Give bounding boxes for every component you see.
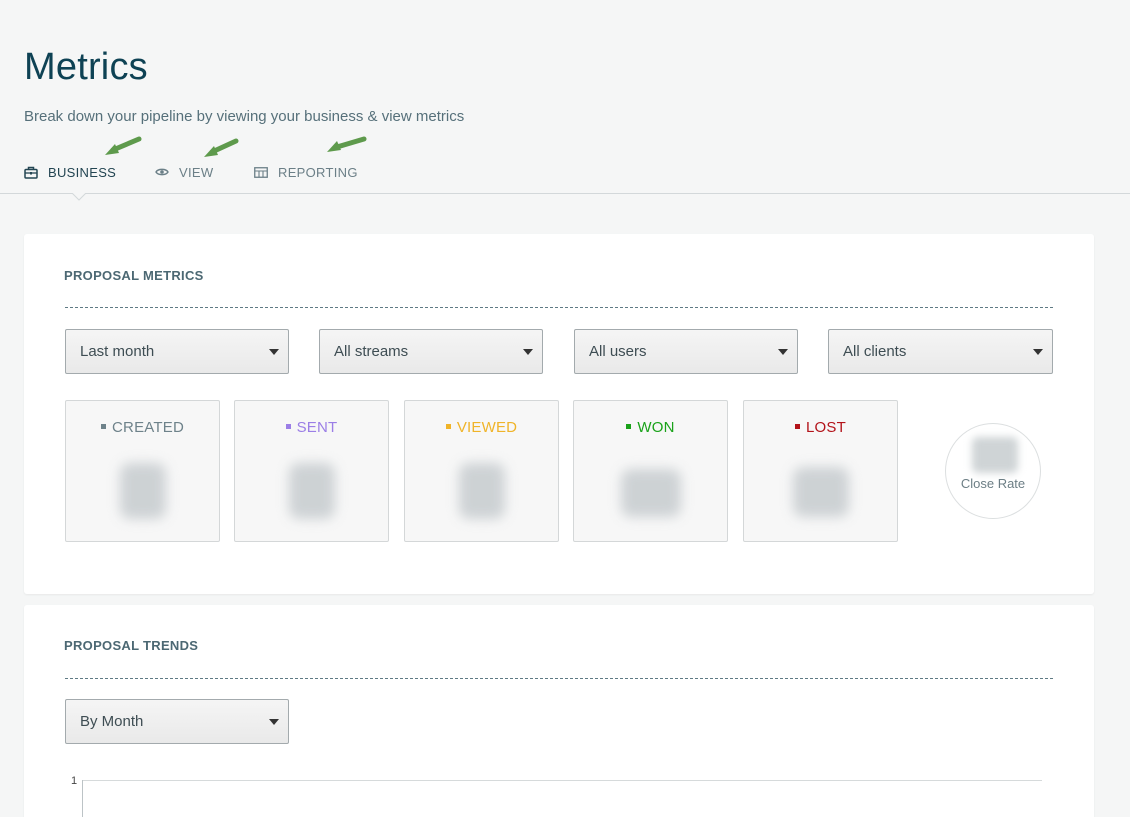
stat-lost[interactable]: LOST [743,400,898,542]
chevron-down-icon [778,349,788,355]
legend-dot [445,423,451,429]
legend-dot [795,423,800,429]
client-select[interactable]: All clients [828,329,1053,374]
tab-view-label: VIEW [179,164,214,180]
proposal-metrics-title: PROPOSAL METRICS [64,268,204,283]
y-axis-tick: 1 [71,775,78,787]
close-rate-badge: Close Rate [945,423,1041,519]
stream-value: All streams [334,343,409,360]
stat-sent[interactable]: SENT [234,400,389,542]
blurred-value [972,437,1018,473]
stat-created-label: CREATED [66,419,219,436]
briefcase-icon [24,166,38,179]
stat-viewed[interactable]: VIEWED [404,400,559,542]
stream-select[interactable]: All streams [319,329,543,374]
proposal-trends-title: PROPOSAL TRENDS [64,638,199,653]
legend-dot [626,423,632,429]
chevron-down-icon [269,349,279,355]
active-tab-caret [72,193,86,201]
arrow-pointer-icon [204,138,239,157]
metrics-page: Metrics Break down your pipeline by view… [0,0,1130,817]
stat-created[interactable]: CREATED [65,400,220,542]
tabs-divider [0,193,1130,194]
blurred-value [119,463,166,519]
arrow-pointer-icon [105,136,142,155]
legend-dot [285,423,291,429]
stat-won-label: WON [574,419,727,436]
tab-view[interactable]: VIEW [155,162,213,182]
user-select[interactable]: All users [574,329,798,374]
tab-business[interactable]: BUSINESS [24,162,116,182]
tab-reporting[interactable]: REPORTING [254,162,358,182]
chevron-down-icon [1033,349,1043,355]
section-divider [65,678,1053,679]
eye-icon [155,168,169,176]
chart-gridline [82,780,1042,781]
tab-business-label: BUSINESS [48,164,117,180]
client-value: All clients [843,343,907,360]
arrow-pointer-icon [327,136,367,152]
y-axis-line [82,780,83,817]
proposal-trends-card: PROPOSAL TRENDS By Month 1 [24,605,1094,817]
stat-lost-label: LOST [744,419,897,436]
date-range-value: Last month [80,343,155,360]
blurred-value [620,469,681,517]
close-rate-label: Close Rate [960,476,1026,491]
group-by-select[interactable]: By Month [65,699,289,744]
legend-dot [101,423,107,429]
blurred-value [458,463,505,519]
proposal-metrics-card: PROPOSAL METRICS Last month All streams … [24,234,1094,594]
blurred-value [792,467,849,517]
page-subtitle: Break down your pipeline by viewing your… [24,108,465,125]
chevron-down-icon [523,349,533,355]
tab-reporting-label: REPORTING [278,164,358,180]
section-divider [65,307,1053,308]
user-value: All users [589,343,647,360]
stat-viewed-label: VIEWED [405,419,558,436]
group-by-value: By Month [80,713,144,730]
date-range-select[interactable]: Last month [65,329,289,374]
stat-sent-label: SENT [235,419,388,436]
page-title: Metrics [24,46,148,88]
chevron-down-icon [269,719,279,725]
stat-won[interactable]: WON [573,400,728,542]
table-icon [254,166,268,178]
blurred-value [288,463,335,519]
